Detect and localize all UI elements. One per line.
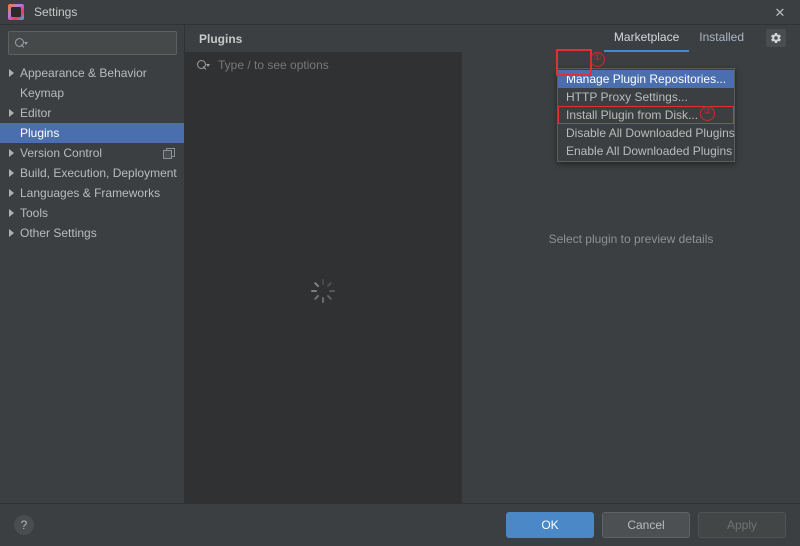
search-icon: [15, 37, 28, 49]
window-title: Settings: [34, 5, 78, 19]
plugins-header: Plugins Marketplace Installed: [185, 25, 800, 52]
plugin-search-placeholder: Type / to see options: [218, 58, 329, 72]
settings-dialog: Settings ✕ Appearance & Behavior Keymap Ed…: [0, 0, 800, 546]
plugin-search-input[interactable]: Type / to see options: [185, 52, 461, 79]
chevron-right-icon[interactable]: [8, 149, 20, 157]
gear-icon[interactable]: [766, 29, 786, 47]
sidebar-item-list: Appearance & Behavior Keymap Editor Plugins…: [0, 61, 184, 503]
sidebar-item-label: Build, Execution, Deployment: [20, 166, 177, 180]
annotation-marker-2: ②: [700, 106, 715, 121]
chevron-right-icon[interactable]: [8, 109, 20, 117]
annotation-marker-1: ①: [590, 52, 605, 67]
search-icon: [197, 59, 210, 71]
sidebar-item-other-settings[interactable]: Other Settings: [0, 223, 184, 243]
page-title: Plugins: [199, 31, 243, 46]
chevron-right-icon[interactable]: [8, 209, 20, 217]
copy-icon: [163, 147, 175, 159]
sidebar-item-label: Keymap: [20, 86, 65, 100]
chevron-right-icon[interactable]: [8, 229, 20, 237]
chevron-right-icon[interactable]: [8, 189, 20, 197]
tab-installed[interactable]: Installed: [689, 25, 754, 52]
tab-marketplace[interactable]: Marketplace: [603, 25, 690, 52]
chevron-right-icon[interactable]: [8, 69, 20, 77]
menu-item-enable-all-downloaded-plugins[interactable]: Enable All Downloaded Plugins: [558, 142, 734, 160]
preview-hint-text: Select plugin to preview details: [548, 232, 714, 246]
sidebar-item-languages-frameworks[interactable]: Languages & Frameworks: [0, 183, 184, 203]
sidebar-item-editor[interactable]: Editor: [0, 103, 184, 123]
sidebar-search-wrapper: [0, 25, 184, 61]
footer-button-group: OK Cancel Apply: [506, 512, 786, 538]
intellij-idea-icon: [8, 4, 24, 20]
dialog-footer: ? OK Cancel Apply: [0, 503, 800, 546]
sidebar-item-label: Tools: [20, 206, 49, 220]
apply-button: Apply: [698, 512, 786, 538]
close-icon[interactable]: ✕: [760, 0, 800, 24]
sidebar-item-label: Other Settings: [20, 226, 97, 240]
help-icon[interactable]: ?: [14, 515, 34, 535]
sidebar-item-keymap[interactable]: Keymap: [0, 83, 184, 103]
cancel-button[interactable]: Cancel: [602, 512, 690, 538]
settings-sidebar: Appearance & Behavior Keymap Editor Plugins…: [0, 25, 185, 503]
chevron-right-icon[interactable]: [8, 169, 20, 177]
sidebar-item-label: Languages & Frameworks: [20, 186, 161, 200]
sidebar-search-input[interactable]: [8, 31, 177, 55]
sidebar-item-label: Plugins: [20, 126, 60, 140]
sidebar-item-build-execution-deployment[interactable]: Build, Execution, Deployment: [0, 163, 184, 183]
sidebar-item-tools[interactable]: Tools: [0, 203, 184, 223]
plugin-list-panel: Type / to see options: [185, 52, 462, 503]
loading-spinner-icon: [311, 279, 335, 303]
sidebar-item-label: Version Control: [20, 146, 103, 160]
sidebar-item-label: Appearance & Behavior: [20, 66, 147, 80]
plugins-tabs: Marketplace Installed: [603, 25, 754, 52]
sidebar-item-plugins[interactable]: Plugins: [0, 123, 184, 143]
sidebar-item-appearance-behavior[interactable]: Appearance & Behavior: [0, 63, 184, 83]
menu-item-manage-plugin-repositories[interactable]: Manage Plugin Repositories...: [558, 70, 734, 88]
plugin-results-list: [185, 79, 461, 503]
menu-item-disable-all-downloaded-plugins[interactable]: Disable All Downloaded Plugins: [558, 124, 735, 142]
menu-item-http-proxy-settings[interactable]: HTTP Proxy Settings...: [558, 88, 734, 106]
sidebar-item-version-control[interactable]: Version Control: [0, 143, 184, 163]
ok-button[interactable]: OK: [506, 512, 594, 538]
dialog-body: Appearance & Behavior Keymap Editor Plugins…: [0, 25, 800, 503]
title-bar: Settings ✕: [0, 0, 800, 25]
sidebar-item-label: Editor: [20, 106, 52, 120]
